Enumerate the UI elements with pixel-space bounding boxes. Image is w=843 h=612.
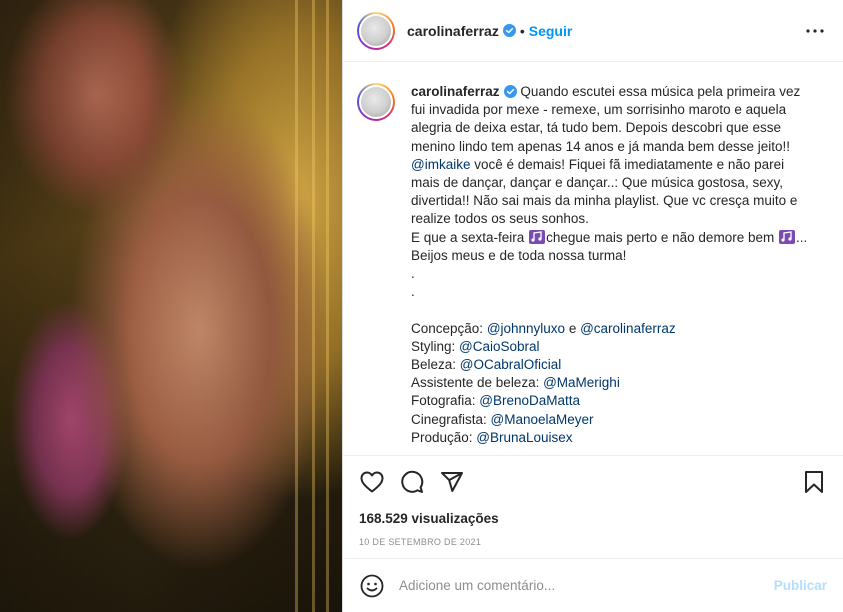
credit-label: Styling:: [411, 338, 460, 354]
credit-label: Assistente de beleza:: [411, 375, 544, 391]
publish-button[interactable]: Publicar: [774, 578, 827, 593]
mention-link[interactable]: @imkaike: [411, 157, 470, 172]
credit-label: Fotografia:: [411, 393, 480, 409]
mention-link[interactable]: @OCabralOficial: [460, 357, 561, 372]
caption-dot: .: [411, 266, 415, 282]
follow-button[interactable]: Seguir: [529, 23, 573, 39]
action-bar: [359, 460, 827, 504]
header-username[interactable]: carolinaferraz: [407, 23, 499, 39]
add-comment-box: Publicar: [343, 558, 843, 612]
smiley-icon: [360, 574, 384, 597]
mention-link[interactable]: @carolinaferraz: [580, 321, 676, 336]
post-date[interactable]: 10 DE SETEMBRO DE 2021: [359, 537, 827, 547]
verified-icon: [502, 24, 516, 37]
paper-plane-icon: [441, 472, 463, 492]
credit-joiner: e: [565, 320, 581, 336]
caption-avatar[interactable]: [357, 83, 395, 121]
media-light-strip: [312, 0, 315, 612]
media-light-strip: [326, 0, 329, 612]
mention-link[interactable]: @CaioSobral: [459, 339, 540, 354]
credit-line: Concepção: @johnnyluxo e @carolinaferraz: [411, 320, 811, 338]
avatar[interactable]: [357, 11, 395, 50]
post-details-panel: carolinaferraz • Seguir carolinaferraz Q…: [342, 0, 843, 612]
verified-icon: [503, 85, 517, 98]
post-media[interactable]: [0, 0, 342, 612]
credit-line: Cinegrafista: @ManoelaMeyer: [411, 411, 811, 429]
mention-link[interactable]: @BrenoDaMatta: [479, 393, 580, 408]
media-light-strip: [295, 0, 298, 612]
caption-dot: .: [411, 284, 415, 300]
save-button[interactable]: [801, 469, 827, 495]
comment-button[interactable]: [399, 469, 425, 495]
caption-body-3b: chegue mais perto e não demore bem: [546, 229, 778, 245]
credit-line: Beleza: @OCabralOficial: [411, 356, 811, 374]
more-options-button[interactable]: [803, 19, 827, 43]
post-header: carolinaferraz • Seguir: [343, 0, 843, 62]
views-count[interactable]: 168.529 visualizações: [359, 511, 827, 526]
mention-link[interactable]: @BrunaLouisex: [476, 430, 572, 445]
credit-line: Assistente de beleza: @MaMerighi: [411, 374, 811, 392]
heart-icon: [360, 471, 384, 493]
comments-section[interactable]: carolinaferraz Quando escutei essa músic…: [343, 63, 843, 455]
comment-input[interactable]: [399, 578, 774, 593]
caption-gap: [411, 301, 811, 319]
avatar-image: [359, 13, 393, 48]
mention-link[interactable]: @johnnyluxo: [487, 321, 565, 336]
music-note-icon: [778, 229, 795, 244]
credit-label: Beleza:: [411, 357, 460, 373]
caption-username[interactable]: carolinaferraz: [411, 84, 500, 99]
like-button[interactable]: [359, 469, 385, 495]
caption-text: carolinaferraz Quando escutei essa músic…: [411, 83, 811, 447]
speech-bubble-icon: [401, 470, 424, 493]
credit-label: Concepção:: [411, 320, 487, 336]
share-button[interactable]: [439, 469, 465, 495]
bookmark-icon: [805, 471, 823, 493]
credit-line: Fotografia: @BrenoDaMatta: [411, 392, 811, 410]
credit-line: Styling: @CaioSobral: [411, 338, 811, 356]
caption-body-3c: ...: [795, 229, 808, 245]
credit-label: Cinegrafista:: [411, 411, 491, 427]
credit-label: Produção:: [411, 429, 477, 445]
avatar-image: [359, 85, 393, 119]
music-note-icon: [529, 229, 546, 244]
caption-row: carolinaferraz Quando escutei essa músic…: [357, 83, 827, 447]
caption-body-3a: E que a sexta-feira: [411, 229, 529, 245]
more-options-icon: [806, 28, 824, 33]
mention-link[interactable]: @MaMerighi: [543, 375, 620, 390]
mention-link[interactable]: @ManoelaMeyer: [491, 412, 594, 427]
header-separator: •: [519, 22, 525, 39]
emoji-button[interactable]: [359, 573, 385, 599]
caption-body-4: Beijos meus e de toda nossa turma!: [411, 247, 627, 263]
credit-line: Produção: @BrunaLouisex: [411, 429, 811, 447]
media-shade: [0, 0, 342, 612]
post-actions-area: 168.529 visualizações 10 DE SETEMBRO DE …: [343, 455, 843, 547]
